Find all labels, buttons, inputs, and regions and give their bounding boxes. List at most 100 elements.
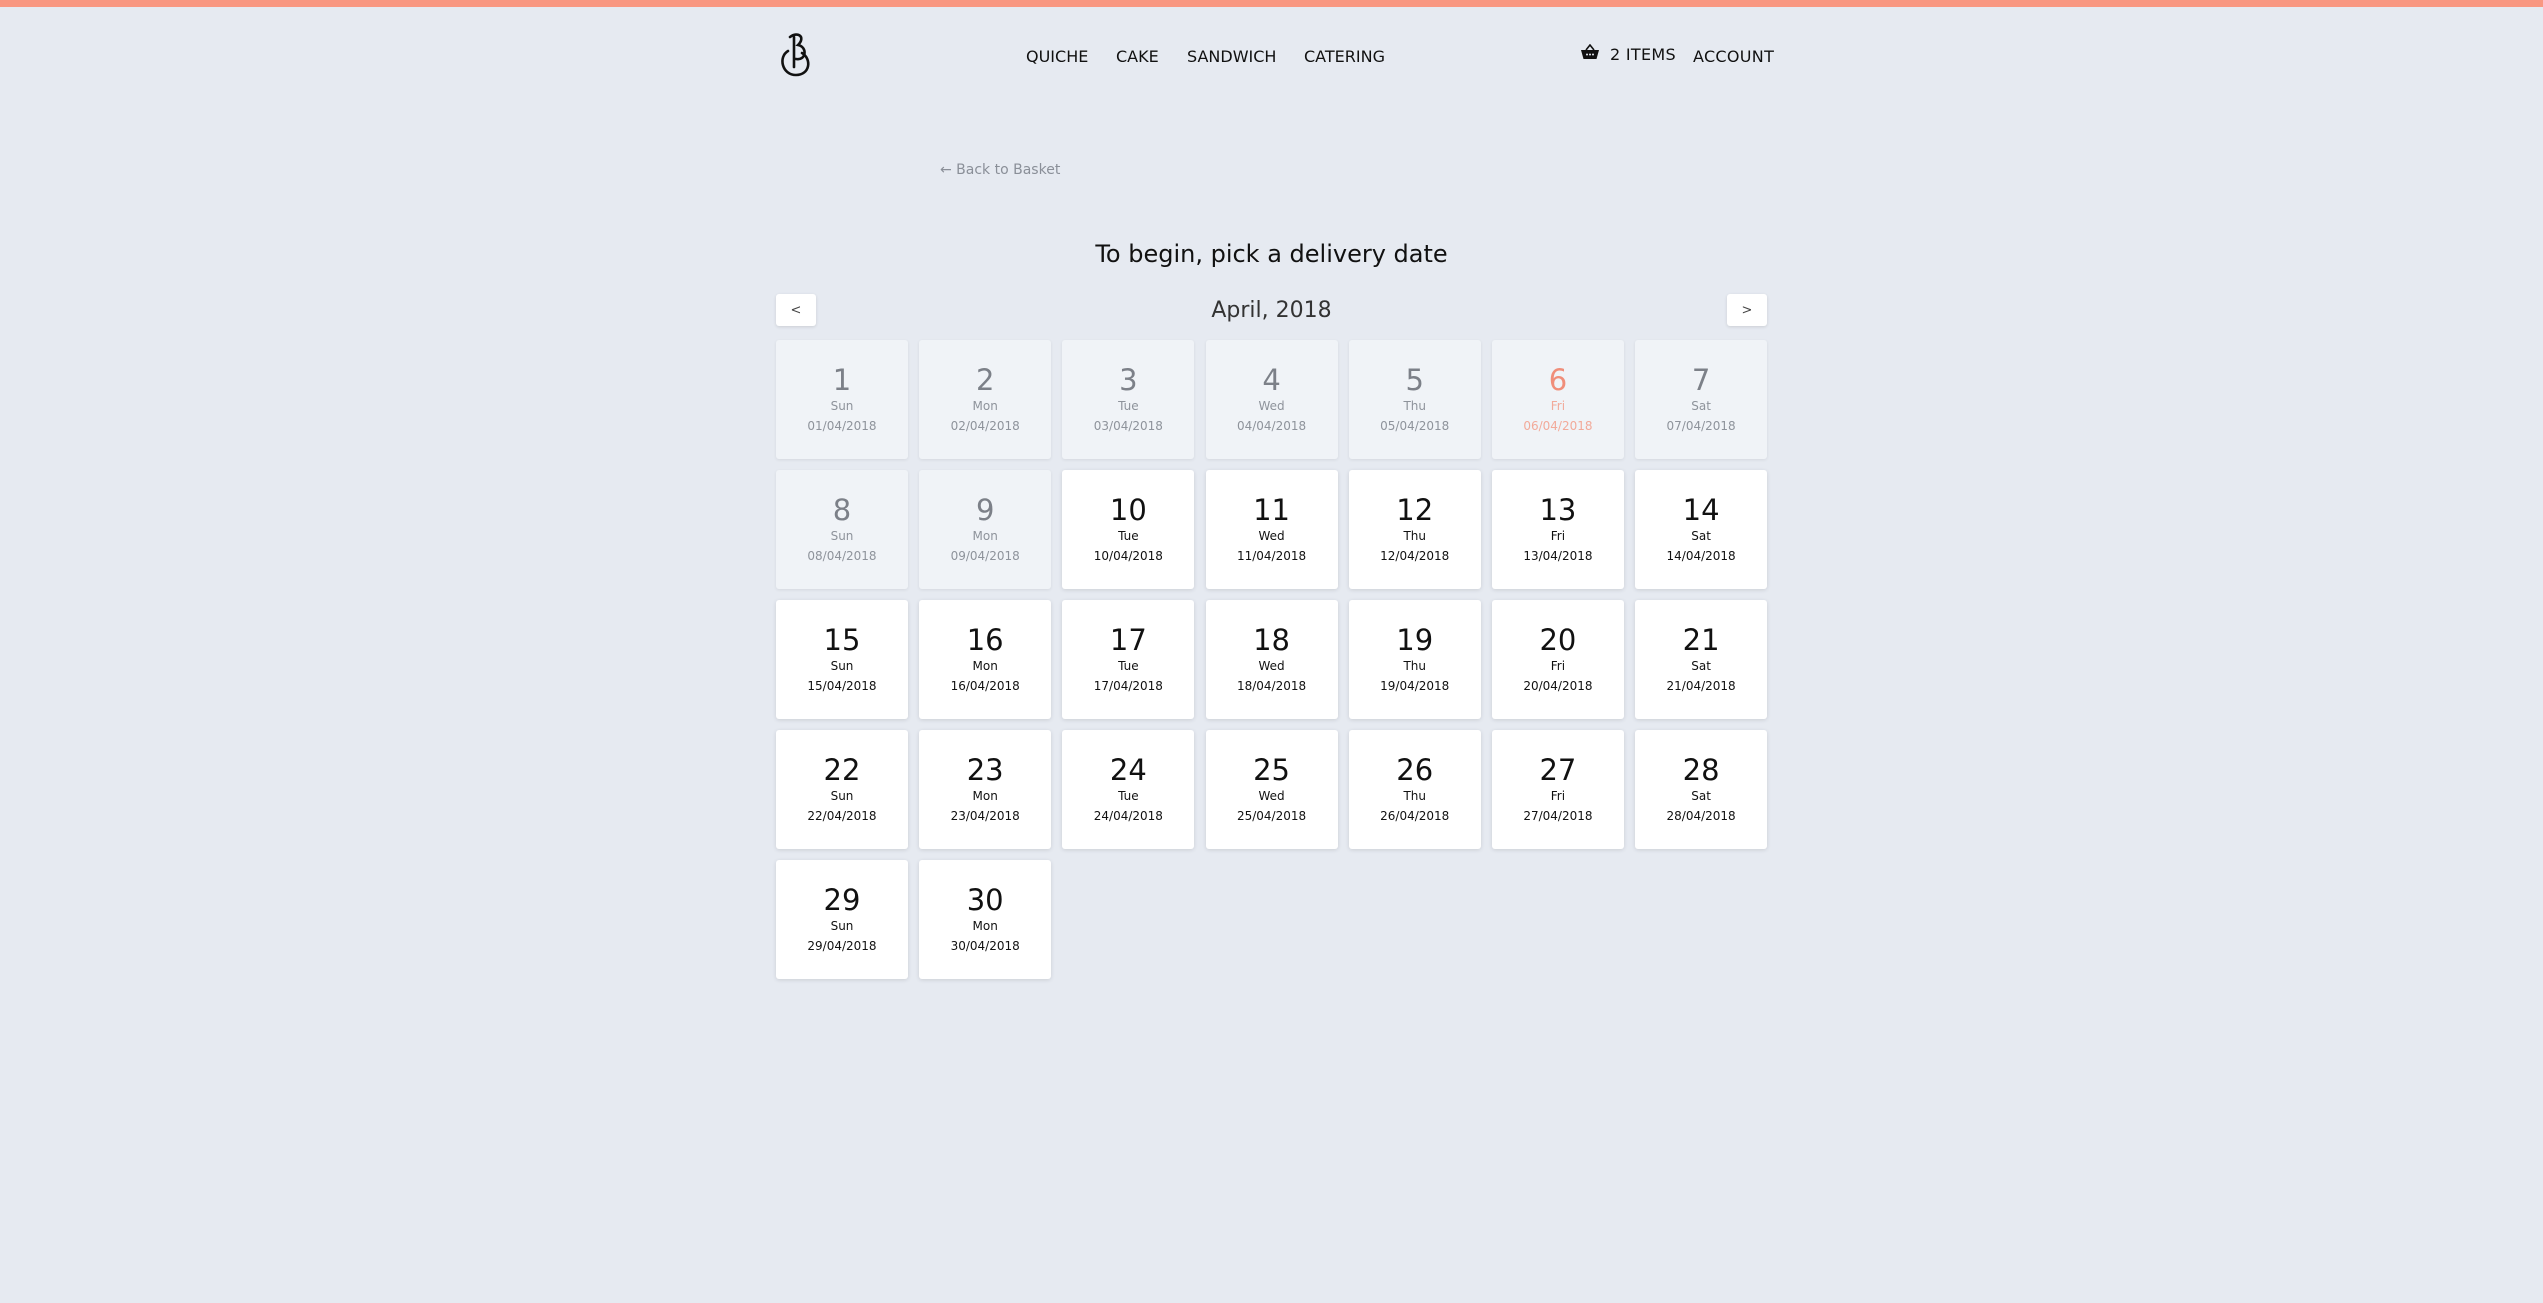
day-of-week: Tue [1118,789,1139,803]
calendar-day[interactable]: 14 Sat 14/04/2018 [1635,470,1768,589]
full-date: 24/04/2018 [1093,809,1163,823]
basket-button[interactable]: 2 ITEMS [1580,43,1676,64]
calendar-day[interactable]: 30 Mon 30/04/2018 [919,860,1052,979]
day-number: 2 [975,363,995,397]
day-of-week: Sun [830,399,854,413]
day-number: 8 [832,493,852,527]
calendar-day[interactable]: 10 Tue 10/04/2018 [1062,470,1195,589]
day-number: 10 [1109,493,1147,527]
day-number: 26 [1396,753,1434,787]
day-of-week: Sun [830,789,854,803]
full-date: 19/04/2018 [1380,679,1450,693]
calendar-day[interactable]: 17 Tue 17/04/2018 [1062,600,1195,719]
day-number: 28 [1682,753,1720,787]
full-date: 03/04/2018 [1093,419,1163,433]
full-date: 10/04/2018 [1093,549,1163,563]
day-of-week: Fri [1550,789,1566,803]
calendar-day[interactable]: 25 Wed 25/04/2018 [1205,730,1338,849]
full-date: 01/04/2018 [807,419,877,433]
day-of-week: Mon [972,659,998,673]
calendar-day: 3 Tue 03/04/2018 [1062,340,1195,459]
calendar-day[interactable]: 11 Wed 11/04/2018 [1205,470,1338,589]
full-date: 06/04/2018 [1523,419,1593,433]
full-date: 25/04/2018 [1236,809,1307,823]
day-of-week: Fri [1550,659,1566,673]
calendar-day[interactable]: 28 Sat 28/04/2018 [1635,730,1768,849]
calendar-day: 9 Mon 09/04/2018 [919,470,1052,589]
calendar-day[interactable]: 29 Sun 29/04/2018 [776,860,908,979]
calendar-day[interactable]: 18 Wed 18/04/2018 [1205,600,1338,719]
back-to-basket-link[interactable]: ← Back to Basket [940,162,1060,178]
calendar-day[interactable]: 12 Thu 12/04/2018 [1348,470,1481,589]
day-number: 15 [823,623,861,657]
day-number: 3 [1119,363,1138,397]
day-number: 20 [1539,623,1577,657]
day-number: 14 [1682,493,1720,527]
day-number: 7 [1691,363,1711,397]
full-date: 14/04/2018 [1666,549,1736,563]
full-date: 26/04/2018 [1380,809,1450,823]
day-of-week: Fri [1550,399,1566,413]
full-date: 18/04/2018 [1236,679,1307,693]
nav-item-sandwich[interactable]: SANDWICH [1187,47,1276,66]
full-date: 30/04/2018 [950,939,1020,953]
day-number: 25 [1253,753,1291,787]
day-of-week: Thu [1403,529,1427,543]
next-month-button[interactable]: > [1727,294,1767,326]
full-date: 02/04/2018 [950,419,1020,433]
calendar-grid: 1 Sun 01/04/2018 2 Mon 02/04/2018 3 Tue 03/04/20… [776,340,1768,979]
calendar-day[interactable]: 26 Thu 26/04/2018 [1348,730,1481,849]
calendar-day: 1 Sun 01/04/2018 [776,340,908,459]
day-of-week: Wed [1258,659,1285,673]
full-date: 07/04/2018 [1666,419,1736,433]
calendar-day[interactable]: 22 Sun 22/04/2018 [776,730,908,849]
full-date: 27/04/2018 [1523,809,1593,823]
day-number: 16 [966,623,1004,657]
day-number: 30 [966,883,1004,917]
full-date: 04/04/2018 [1236,419,1307,433]
calendar-day: 6 Fri 06/04/2018 [1491,340,1624,459]
day-number: 29 [823,883,861,917]
calendar-day[interactable]: 27 Fri 27/04/2018 [1491,730,1624,849]
full-date: 20/04/2018 [1523,679,1593,693]
day-of-week: Sat [1691,399,1711,413]
calendar-day: 4 Wed 04/04/2018 [1205,340,1338,459]
calendar-day[interactable]: 15 Sun 15/04/2018 [776,600,908,719]
account-link[interactable]: ACCOUNT [1693,47,1774,66]
full-date: 13/04/2018 [1523,549,1593,563]
day-of-week: Wed [1258,399,1285,413]
calendar-day[interactable]: 21 Sat 21/04/2018 [1635,600,1768,719]
site-header: QUICHE CAKE SANDWICH CATERING 2 ITEMS AC… [0,7,2543,107]
day-of-week: Sat [1691,659,1711,673]
day-of-week: Sat [1691,789,1711,803]
calendar-day[interactable]: 19 Thu 19/04/2018 [1348,600,1481,719]
day-number: 4 [1262,363,1281,397]
calendar-day[interactable]: 13 Fri 13/04/2018 [1491,470,1624,589]
day-of-week: Tue [1118,659,1139,673]
day-of-week: Sun [830,659,854,673]
nav-item-cake[interactable]: CAKE [1116,47,1159,66]
full-date: 21/04/2018 [1666,679,1736,693]
calendar-day[interactable]: 23 Mon 23/04/2018 [919,730,1052,849]
calendar-day[interactable]: 24 Tue 24/04/2018 [1062,730,1195,849]
day-of-week: Mon [972,919,998,933]
nav-item-quiche[interactable]: QUICHE [1026,47,1088,66]
full-date: 08/04/2018 [807,549,877,563]
full-date: 22/04/2018 [807,809,877,823]
calendar-day: 7 Sat 07/04/2018 [1635,340,1768,459]
day-number: 24 [1109,753,1147,787]
b-logo-icon[interactable] [776,27,816,83]
day-number: 5 [1405,363,1424,397]
day-of-week: Fri [1550,529,1566,543]
full-date: 17/04/2018 [1093,679,1163,693]
calendar-day[interactable]: 20 Fri 20/04/2018 [1491,600,1624,719]
day-number: 11 [1253,493,1291,527]
nav-item-catering[interactable]: CATERING [1304,47,1385,66]
day-of-week: Mon [972,529,998,543]
calendar-day[interactable]: 16 Mon 16/04/2018 [919,600,1052,719]
day-of-week: Sun [830,919,854,933]
month-navigation: < April, 2018 > [776,294,1767,328]
day-number: 13 [1539,493,1577,527]
day-number: 21 [1682,623,1720,657]
day-number: 1 [832,363,852,397]
